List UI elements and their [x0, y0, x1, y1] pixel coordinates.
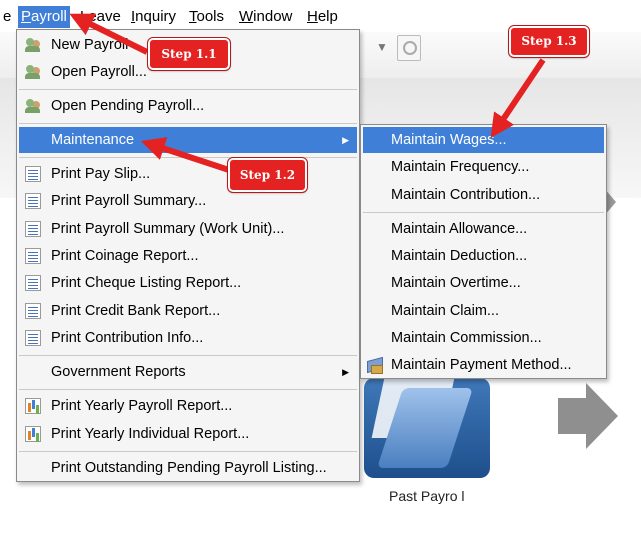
toolbar-dropdown-icon[interactable]: ▼: [376, 40, 388, 54]
menu-window[interactable]: Window: [236, 6, 295, 28]
menu-edit-partial[interactable]: e: [0, 6, 14, 28]
menu-item-maintain-deduction[interactable]: Maintain Deduction...: [363, 243, 604, 269]
document-icon: [25, 330, 41, 346]
menu-item-print-outstanding-pending-payroll-listing[interactable]: Print Outstanding Pending Payroll Listin…: [19, 455, 357, 481]
menu-item-print-contribution-info[interactable]: Print Contribution Info...: [19, 325, 357, 351]
menu-separator: [19, 389, 357, 390]
menu-tools[interactable]: Tools: [186, 6, 227, 28]
people-icon: [25, 37, 41, 53]
menu-item-maintain-claim[interactable]: Maintain Claim...: [363, 298, 604, 324]
menu-item-print-coinage-report[interactable]: Print Coinage Report...: [19, 243, 357, 269]
menu-item-print-credit-bank-report[interactable]: Print Credit Bank Report...: [19, 298, 357, 324]
menu-item-maintain-overtime[interactable]: Maintain Overtime...: [363, 270, 604, 296]
menu-separator: [19, 451, 357, 452]
menu-leave[interactable]: Leave: [77, 6, 124, 28]
step-1-1-callout: Step 1.1: [147, 37, 231, 71]
document-icon: [25, 248, 41, 264]
submenu-arrow-icon: ▶: [342, 135, 349, 145]
next-arrow-stem: [558, 398, 588, 434]
menu-separator: [363, 212, 604, 213]
document-icon: [25, 303, 41, 319]
menu-separator: [19, 123, 357, 124]
payment-method-icon: [367, 357, 383, 374]
menu-separator: [19, 157, 357, 158]
document-icon: [25, 221, 41, 237]
past-payroll-label: Past Payro l: [389, 488, 465, 504]
menu-item-open-pending-payroll[interactable]: Open Pending Payroll...: [19, 93, 357, 119]
search-icon[interactable]: [397, 35, 421, 61]
menu-separator: [19, 355, 357, 356]
menu-item-maintain-commission[interactable]: Maintain Commission...: [363, 325, 604, 351]
step-1-3-callout: Step 1.3: [508, 25, 590, 58]
menu-item-print-payroll-summary[interactable]: Print Payroll Summary...: [19, 188, 357, 214]
maintenance-submenu: Maintain Wages... Maintain Frequency... …: [360, 124, 607, 379]
document-icon: [25, 275, 41, 291]
menu-separator: [19, 89, 357, 90]
next-arrow-icon: [586, 383, 618, 449]
menu-item-print-yearly-individual-report[interactable]: Print Yearly Individual Report...: [19, 421, 357, 447]
step-1-2-callout: Step 1.2: [227, 157, 308, 193]
document-icon: [25, 166, 41, 182]
bar-chart-icon: [25, 398, 41, 414]
menu-item-maintenance[interactable]: Maintenance ▶: [19, 127, 357, 153]
menu-item-government-reports[interactable]: Government Reports ▶: [19, 359, 357, 385]
menu-item-maintain-contribution[interactable]: Maintain Contribution...: [363, 182, 604, 208]
document-icon: [25, 193, 41, 209]
payroll-menu: New Payroll Open Payroll... Open Pending…: [16, 29, 360, 482]
people-icon: [25, 64, 41, 80]
past-payroll-folder-icon[interactable]: [364, 378, 490, 478]
menu-item-maintain-wages[interactable]: Maintain Wages...: [363, 127, 604, 153]
menu-inquiry[interactable]: Inquiry: [128, 6, 179, 28]
menu-item-maintain-payment-method[interactable]: Maintain Payment Method...: [363, 352, 604, 378]
submenu-arrow-icon: ▶: [342, 367, 349, 377]
menu-item-maintain-frequency[interactable]: Maintain Frequency...: [363, 154, 604, 180]
menu-item-print-yearly-payroll-report[interactable]: Print Yearly Payroll Report...: [19, 393, 357, 419]
menu-help[interactable]: Help: [304, 6, 341, 28]
menu-item-print-payroll-summary-work-unit[interactable]: Print Payroll Summary (Work Unit)...: [19, 216, 357, 242]
menu-payroll[interactable]: Payroll: [18, 6, 70, 28]
people-icon: [25, 98, 41, 114]
menu-item-maintain-allowance[interactable]: Maintain Allowance...: [363, 216, 604, 242]
bar-chart-icon: [25, 426, 41, 442]
menu-item-print-cheque-listing-report[interactable]: Print Cheque Listing Report...: [19, 270, 357, 296]
